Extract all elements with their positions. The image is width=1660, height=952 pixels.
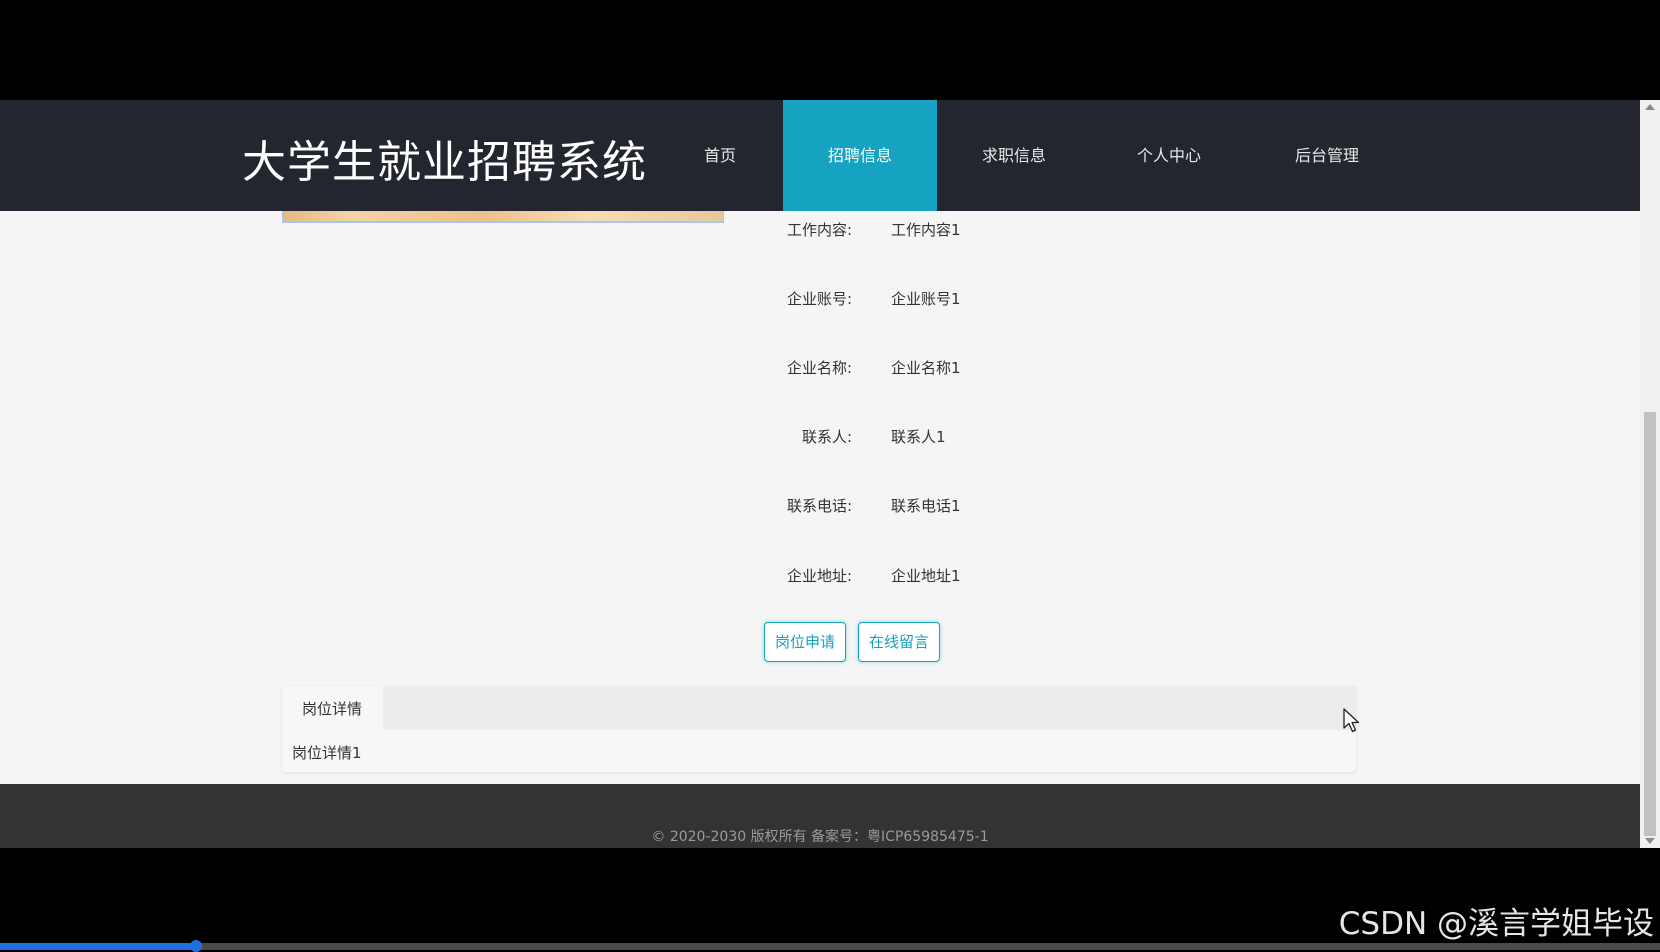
field-label: 联系人: <box>801 428 852 446</box>
field-label: 工作内容: <box>786 221 852 239</box>
job-detail-panel: 岗位详情 岗位详情1 <box>282 686 1356 772</box>
video-progress-fill <box>0 943 196 950</box>
job-image <box>282 211 724 223</box>
field-value: 联系人1 <box>891 428 946 446</box>
top-navigation-bar: 大学生就业招聘系统 首页 招聘信息 求职信息 个人中心 后台管理 <box>0 100 1640 211</box>
field-row-company-name: 企业名称: 企业名称1 <box>740 357 1240 381</box>
scroll-up-arrow-icon[interactable] <box>1645 104 1655 110</box>
online-message-button[interactable]: 在线留言 <box>858 622 940 662</box>
nav-job-seeking-info[interactable]: 求职信息 <box>937 100 1091 211</box>
nav-personal-center[interactable]: 个人中心 <box>1091 100 1247 211</box>
field-value: 企业账号1 <box>891 290 961 308</box>
field-label: 企业地址: <box>786 567 852 585</box>
field-value: 企业名称1 <box>891 359 961 377</box>
job-detail-content: 岗位详情1 <box>292 744 362 762</box>
field-label: 联系电话: <box>786 497 852 515</box>
copyright-text: © 2020-2030 版权所有 备案号：粤ICP65985475-1 <box>651 829 989 845</box>
nav-recruitment-info[interactable]: 招聘信息 <box>783 100 937 211</box>
browser-viewport: 大学生就业招聘系统 首页 招聘信息 求职信息 个人中心 后台管理 工作内容: 工… <box>0 100 1640 848</box>
field-row-contact-phone: 联系电话: 联系电话1 <box>740 495 1240 519</box>
scroll-down-arrow-icon[interactable] <box>1645 838 1655 844</box>
field-value: 联系电话1 <box>891 497 961 515</box>
field-row-company-account: 企业账号: 企业账号1 <box>740 288 1240 312</box>
watermark: CSDN @溪言学姐毕设 <box>1338 906 1654 942</box>
field-row-work-content: 工作内容: 工作内容1 <box>740 219 1240 243</box>
nav-home[interactable]: 首页 <box>664 100 776 211</box>
field-label: 企业名称: <box>786 359 852 377</box>
nav-admin[interactable]: 后台管理 <box>1247 100 1407 211</box>
site-title: 大学生就业招聘系统 <box>242 137 647 188</box>
tab-job-details[interactable]: 岗位详情 <box>302 698 362 719</box>
vertical-scrollbar[interactable] <box>1640 100 1660 848</box>
field-row-contact-person: 联系人: 联系人1 <box>740 426 1240 450</box>
field-label: 企业账号: <box>786 290 852 308</box>
field-value: 企业地址1 <box>891 567 961 585</box>
video-progress-handle[interactable] <box>190 940 202 952</box>
scroll-thumb[interactable] <box>1644 412 1656 836</box>
field-row-company-address: 企业地址: 企业地址1 <box>740 565 1240 589</box>
video-progress-bar[interactable] <box>0 940 1660 952</box>
mouse-pointer-icon <box>1343 708 1360 733</box>
tab-strip <box>383 686 1356 730</box>
footer: © 2020-2030 版权所有 备案号：粤ICP65985475-1 <box>0 784 1640 848</box>
apply-job-button[interactable]: 岗位申请 <box>764 622 846 662</box>
field-value: 工作内容1 <box>891 221 961 239</box>
